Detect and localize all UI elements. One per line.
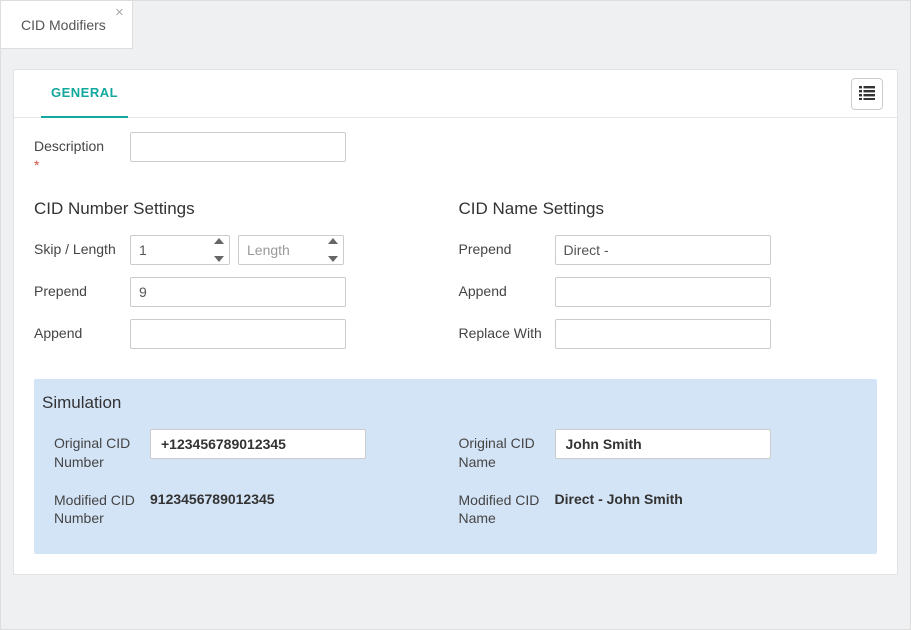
tab-cid-modifiers[interactable]: CID Modifiers × [1, 1, 133, 49]
num-prepend-field: Prepend [34, 277, 423, 307]
name-prepend-label: Prepend [459, 235, 555, 259]
name-replace-label: Replace With [459, 319, 555, 343]
num-append-label: Append [34, 319, 130, 343]
spinner-icon[interactable] [214, 238, 226, 262]
name-prepend-input[interactable] [555, 235, 771, 265]
orig-name-input[interactable] [555, 429, 771, 459]
orig-num-field: Original CID Number [54, 429, 423, 472]
list-toggle-button[interactable] [851, 78, 883, 110]
mod-name-label: Modified CID Name [459, 486, 555, 529]
mod-num-field: Modified CID Number 9123456789012345 [54, 486, 423, 529]
name-append-input[interactable] [555, 277, 771, 307]
page-root: CID Modifiers × GENERAL [0, 0, 911, 630]
name-prepend-field: Prepend [459, 235, 848, 265]
simulation-heading: Simulation [34, 379, 877, 429]
tab-general[interactable]: GENERAL [41, 70, 128, 118]
skip-value[interactable] [139, 242, 211, 258]
spinner-icon[interactable] [328, 238, 340, 262]
cid-number-settings: CID Number Settings Skip / Length [34, 187, 453, 361]
cid-number-heading: CID Number Settings [34, 199, 423, 219]
orig-num-label: Original CID Number [54, 429, 150, 472]
description-input[interactable] [130, 132, 346, 162]
orig-name-field: Original CID Name [459, 429, 828, 472]
length-select[interactable]: Length [238, 235, 344, 265]
mod-name-value: Direct - John Smith [555, 486, 683, 507]
cid-name-settings: CID Name Settings Prepend Append [453, 187, 878, 361]
tab-general-label: GENERAL [51, 85, 118, 100]
length-placeholder: Length [247, 242, 290, 258]
description-field: Description * [34, 132, 877, 175]
name-replace-input[interactable] [555, 319, 771, 349]
close-icon[interactable]: × [115, 5, 124, 20]
panel: GENERAL [13, 69, 898, 575]
num-prepend-label: Prepend [34, 277, 130, 301]
name-append-label: Append [459, 277, 555, 301]
mod-name-field: Modified CID Name Direct - John Smith [459, 486, 828, 529]
skip-length-field: Skip / Length Len [34, 235, 423, 265]
simulation-section: Simulation Original CID Number Modified … [34, 379, 877, 555]
num-append-input[interactable] [130, 319, 346, 349]
orig-name-label: Original CID Name [459, 429, 555, 472]
panel-wrap: GENERAL [1, 49, 910, 595]
inner-tabs: GENERAL [14, 70, 897, 118]
num-prepend-input[interactable] [130, 277, 346, 307]
mod-num-value: 9123456789012345 [150, 486, 275, 507]
mod-num-label: Modified CID Number [54, 486, 150, 529]
skip-input[interactable] [130, 235, 230, 265]
orig-num-input[interactable] [150, 429, 366, 459]
name-append-field: Append [459, 277, 848, 307]
tab-bar: CID Modifiers × [1, 1, 910, 49]
skip-length-label: Skip / Length [34, 235, 130, 259]
description-label: Description * [34, 132, 130, 175]
name-replace-field: Replace With [459, 319, 848, 349]
form-body: Description * CID Number Settings Skip /… [14, 118, 897, 574]
tab-label: CID Modifiers [21, 17, 106, 33]
list-icon [859, 86, 875, 103]
cid-name-heading: CID Name Settings [459, 199, 848, 219]
required-asterisk: * [34, 156, 130, 175]
description-label-text: Description [34, 138, 104, 154]
settings-row: CID Number Settings Skip / Length [34, 187, 877, 361]
num-append-field: Append [34, 319, 423, 349]
